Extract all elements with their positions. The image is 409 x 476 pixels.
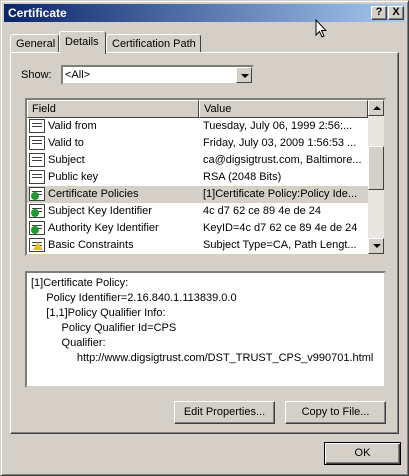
field-name: Subject Key Identifier [48,205,152,217]
detail-line: http://www.digsigtrust.com/DST_TRUST_CPS… [31,352,374,364]
list-scrollbar[interactable] [368,100,384,254]
field-name: Certificate Policies [48,188,139,200]
scroll-down-icon[interactable] [368,238,384,254]
column-header-field[interactable]: Field [27,100,199,118]
field-name: Valid from [48,120,97,132]
fields-list[interactable]: Field Value Valid from Tuesday, July 06,… [25,98,386,256]
field-value: ca@digsigtrust.com, Baltimore... [203,154,362,166]
field-name: Public key [48,171,99,183]
critical-extension-icon [29,238,45,252]
certificate-dialog: Certificate ? X General Details Certific… [0,0,409,476]
tab-certification-path[interactable]: Certification Path [106,34,201,53]
list-item[interactable]: Public key RSA (2048 Bits) [27,169,368,186]
detail-line: [1,1]Policy Qualifier Info: [31,307,166,319]
mouse-pointer-icon [315,19,327,38]
list-item[interactable]: Subject Key Identifier 4c d7 62 ce 89 4e… [27,203,368,220]
list-header: Field Value [27,100,368,118]
detail-line: Qualifier: [31,337,106,349]
extension-icon [29,221,45,235]
field-value: RSA (2048 Bits) [203,171,282,183]
field-name: Basic Constraints [48,239,134,251]
doc-field-icon [29,170,45,184]
column-header-value[interactable]: Value [199,100,368,118]
list-item-selected[interactable]: Certificate Policies [1]Certificate Poli… [27,186,368,203]
field-value: KeyID=4c d7 62 ce 89 4e de 24 [203,222,358,234]
close-button[interactable]: X [388,6,404,20]
field-value: 4c d7 62 ce 89 4e de 24 [203,205,322,217]
extension-icon [29,187,45,201]
detail-line: Policy Qualifier Id=CPS [31,322,177,334]
doc-field-icon [29,153,45,167]
field-value: Subject Type=CA, Path Lengt... [203,239,357,251]
list-item[interactable]: Basic Constraints Subject Type=CA, Path … [27,237,368,254]
extension-icon [29,204,45,218]
doc-field-icon [29,119,45,133]
field-value: Tuesday, July 06, 1999 2:56:... [203,120,353,132]
scroll-up-icon[interactable] [368,100,384,116]
list-item[interactable]: Valid to Friday, July 03, 2009 1:56:53 .… [27,135,368,152]
chevron-down-icon[interactable] [236,67,252,83]
show-label: Show: [21,69,52,81]
detail-line: Policy Identifier=2.16.840.1.113839.0.0 [31,292,237,304]
edit-properties-button[interactable]: Edit Properties... [174,401,275,424]
field-name: Authority Key Identifier [48,222,159,234]
show-dropdown[interactable]: <All> [61,65,254,85]
ok-button[interactable]: OK [324,442,401,465]
list-item[interactable]: Subject ca@digsigtrust.com, Baltimore... [27,152,368,169]
field-value: [1]Certificate Policy:Policy Ide... [203,188,358,200]
list-item[interactable]: Authority Key Identifier KeyID=4c d7 62 … [27,220,368,237]
field-detail-textbox[interactable]: [1]Certificate Policy: Policy Identifier… [25,271,386,388]
list-item[interactable]: Valid from Tuesday, July 06, 1999 2:56:.… [27,118,368,135]
field-name: Valid to [48,137,84,149]
show-dropdown-value: <All> [65,69,91,81]
help-button[interactable]: ? [371,6,387,20]
tab-details[interactable]: Details [59,31,106,54]
field-value: Friday, July 03, 2009 1:56:53 ... [203,137,357,149]
title-bar[interactable]: Certificate ? X [4,4,405,22]
field-name: Subject [48,154,85,166]
list-rows: Valid from Tuesday, July 06, 1999 2:56:.… [27,118,368,254]
doc-field-icon [29,136,45,150]
scrollbar-thumb[interactable] [368,146,384,190]
tab-general[interactable]: General [10,34,59,53]
detail-line: [1]Certificate Policy: [31,277,129,289]
window-title: Certificate [8,6,67,20]
copy-to-file-button[interactable]: Copy to File... [285,401,386,424]
